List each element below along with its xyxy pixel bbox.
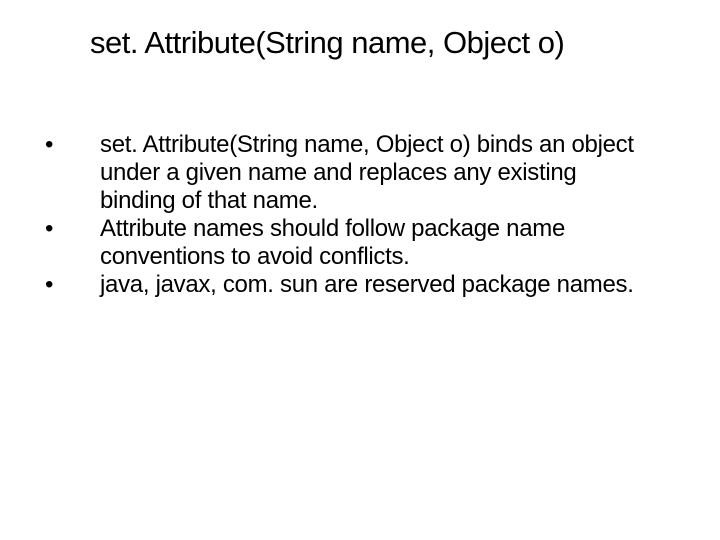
bullet-marker: • xyxy=(45,271,100,299)
list-item: • java, javax, com. sun are reserved pac… xyxy=(45,271,680,299)
bullet-text: set. Attribute(String name, Object o) bi… xyxy=(100,131,680,215)
bullet-text: java, javax, com. sun are reserved packa… xyxy=(100,271,680,299)
bullet-marker: • xyxy=(45,215,100,243)
bullet-text: Attribute names should follow package na… xyxy=(100,215,680,271)
list-item: • Attribute names should follow package … xyxy=(45,215,680,271)
slide-container: set. Attribute(String name, Object o) • … xyxy=(0,0,720,540)
bullet-marker: • xyxy=(45,131,100,159)
bullet-list: • set. Attribute(String name, Object o) … xyxy=(40,131,680,299)
slide-title: set. Attribute(String name, Object o) xyxy=(90,25,680,61)
list-item: • set. Attribute(String name, Object o) … xyxy=(45,131,680,215)
